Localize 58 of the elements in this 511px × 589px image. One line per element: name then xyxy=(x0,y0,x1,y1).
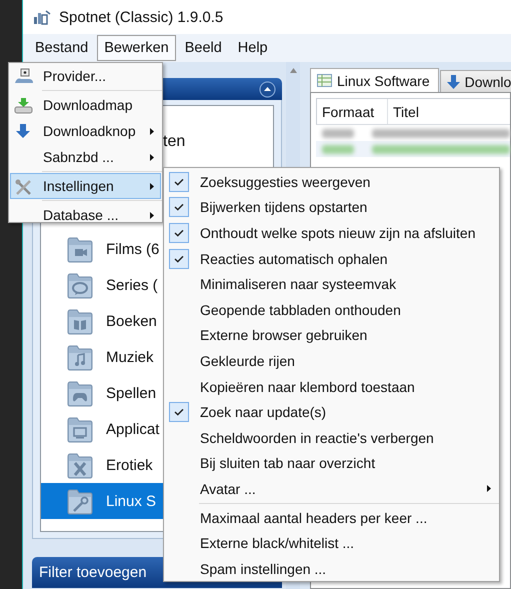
tree-item[interactable]: Series ( xyxy=(41,267,163,303)
monitor-folder-icon xyxy=(67,416,93,442)
menu-item[interactable]: Database ... xyxy=(10,202,161,228)
film-folder-icon xyxy=(67,236,93,262)
table-icon xyxy=(317,74,332,87)
chat-folder-icon xyxy=(67,272,93,298)
column-header[interactable]: Titel xyxy=(388,99,510,124)
tree-item[interactable]: Boeken xyxy=(41,303,163,339)
menu-item[interactable]: Externe browser gebruiken xyxy=(165,322,498,348)
menu-item[interactable]: Kopieëren naar klembord toestaan xyxy=(165,374,498,400)
menu-item[interactable]: Sabnzbd ... xyxy=(10,144,161,170)
gamepad-folder-icon xyxy=(67,380,93,406)
down-arrow-icon xyxy=(446,74,460,88)
menu-item[interactable]: Instellingen xyxy=(10,173,161,199)
menu-item[interactable]: Zoek naar update(s) xyxy=(165,399,498,425)
filter-panel-title: Filter toevoegen xyxy=(39,564,147,581)
menu-item[interactable]: Bestand xyxy=(28,35,96,61)
menu-item[interactable]: Minimaliseren naar systeemvak xyxy=(165,271,498,297)
tree-item[interactable]: Films (6 xyxy=(41,231,163,267)
menu-item[interactable]: Help xyxy=(230,35,275,61)
tree-item[interactable]: Linux S xyxy=(41,483,163,519)
x-folder-icon xyxy=(67,452,93,478)
menu-item[interactable]: Avatar ... xyxy=(165,476,498,502)
menu-item[interactable]: Beeld xyxy=(178,35,229,61)
tree-item[interactable]: Erotiek xyxy=(41,447,163,483)
menu-item[interactable]: Zoeksuggesties weergeven xyxy=(165,169,498,195)
column-header[interactable]: Formaat xyxy=(317,99,388,124)
music-folder-icon xyxy=(67,344,93,370)
menu-item[interactable]: Onthoudt welke spots nieuw zijn na afsluiten xyxy=(165,220,498,246)
down-arrow-icon xyxy=(14,122,33,140)
menu-item[interactable]: Spam instellingen ... xyxy=(165,556,498,582)
window-title: Spotnet (Classic) 1.9.0.5 xyxy=(59,8,224,26)
tools-icon xyxy=(14,178,33,194)
wrench-folder-icon xyxy=(67,488,93,514)
menu-item[interactable]: Scheldwoorden in reactie's verbergen xyxy=(165,424,498,451)
scroll-arrow-icon[interactable] xyxy=(290,68,296,73)
menu-item[interactable]: Maximaal aantal headers per keer ... xyxy=(165,504,498,530)
menu-item[interactable]: Reacties automatisch ophalen xyxy=(165,246,498,272)
menu-item[interactable]: Geopende tabbladen onthouden xyxy=(165,296,498,323)
collapse-button[interactable] xyxy=(259,80,276,98)
app-icon xyxy=(33,9,51,25)
tree-item[interactable]: Spellen xyxy=(41,375,163,411)
menu-item[interactable]: Downloadknop xyxy=(10,118,161,144)
menu-item[interactable]: Bij sluiten tab naar overzicht xyxy=(165,450,498,476)
provider-icon xyxy=(14,68,33,84)
menu-item[interactable]: Bijwerken tijdens opstarten xyxy=(165,194,498,220)
menu-item[interactable]: Externe black/whitelist ... xyxy=(165,530,498,556)
menu-item[interactable]: Provider... xyxy=(10,63,161,89)
book-folder-icon xyxy=(67,308,93,334)
menu-item[interactable]: Downloadmap xyxy=(10,92,161,118)
drive-download-icon xyxy=(14,96,33,114)
tree-item-label: ten xyxy=(163,133,186,151)
tree-item[interactable]: Applicat xyxy=(41,411,163,447)
tree-item[interactable]: Muziek xyxy=(41,339,163,375)
tab[interactable]: Downlo xyxy=(440,70,511,92)
tab[interactable]: Linux Software xyxy=(310,68,439,92)
menu-item[interactable]: Gekleurde rijen xyxy=(165,348,498,374)
menu-item[interactable]: Bewerken xyxy=(97,35,176,61)
